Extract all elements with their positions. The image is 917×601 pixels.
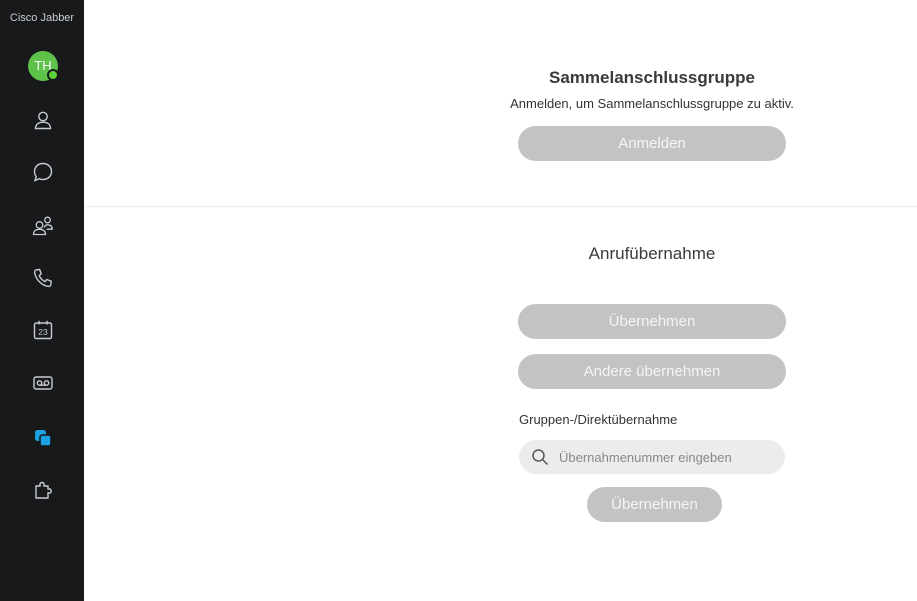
contacts-icon — [34, 111, 52, 130]
calendar-day: 23 — [38, 327, 48, 337]
presence-indicator — [47, 69, 59, 81]
nav-calendar[interactable]: 23 — [24, 311, 62, 349]
nav-contacts[interactable] — [24, 101, 62, 139]
hunt-group-subtitle: Anmelden, um Sammelanschlussgruppe zu ak… — [510, 96, 794, 111]
voicemail-icon — [33, 376, 53, 390]
nav-voicemail[interactable] — [24, 364, 62, 402]
direct-pickup-button[interactable]: Übernehmen — [587, 487, 722, 522]
nav-meetings[interactable] — [24, 207, 62, 245]
hunt-group-title: Sammelanschlussgruppe — [549, 68, 755, 87]
pickup-button[interactable]: Übernehmen — [518, 304, 786, 339]
pickup-number-input[interactable] — [557, 448, 771, 466]
other-pickup-button[interactable]: Andere übernehmen — [518, 354, 786, 389]
avatar[interactable]: TH — [28, 51, 59, 81]
sidebar: Cisco Jabber TH 23 — [0, 0, 84, 601]
phone-icon — [33, 268, 52, 288]
main-content — [84, 0, 917, 601]
nav-calls[interactable] — [24, 259, 62, 297]
pickup-number-search[interactable] — [519, 440, 785, 474]
call-pickup-title: Anrufübernahme — [588, 244, 716, 263]
call-pickup-icon — [35, 430, 52, 447]
nav-call-pickup[interactable] — [24, 419, 62, 457]
section-divider — [84, 206, 917, 207]
meetings-icon — [32, 216, 53, 236]
group-direct-pickup-label: Gruppen-/Direktübernahme — [519, 412, 678, 427]
hunt-group-sign-in-button[interactable]: Anmelden — [518, 126, 786, 161]
nav-chats[interactable] — [24, 153, 62, 191]
app-title: Cisco Jabber — [9, 12, 75, 24]
search-icon — [532, 449, 549, 466]
puzzle-icon — [35, 481, 52, 499]
calendar-icon: 23 — [33, 320, 53, 340]
nav-custom-tab[interactable] — [24, 471, 62, 509]
chats-icon — [33, 162, 53, 182]
